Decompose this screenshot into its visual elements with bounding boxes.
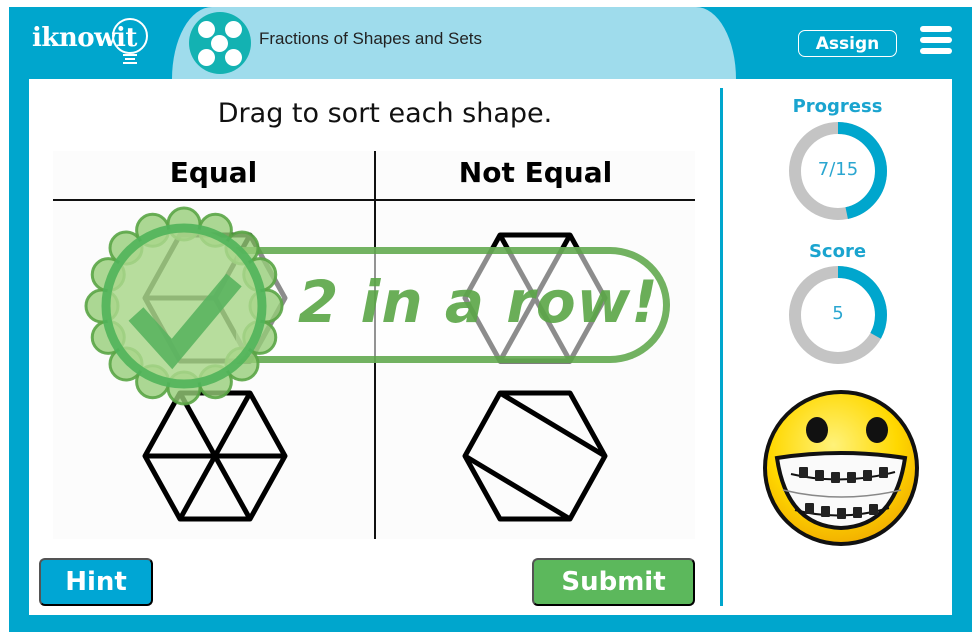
hexagon-parallel-cuts-icon [462,390,608,522]
column-header-equal: Equal [169,156,258,189]
hexagon-crossed-diagonals-icon [462,232,608,364]
hexagon-three-rhombi-icon [142,232,288,364]
hint-button[interactable]: Hint [39,558,153,606]
instruction-text: Drag to sort each shape. [217,98,553,129]
submit-button[interactable]: Submit [532,558,695,606]
hexagon-six-triangles-icon [142,390,288,522]
five-dots-icon [189,12,251,74]
hamburger-menu-icon[interactable] [920,26,952,54]
progress-value: 7/15 [817,159,859,180]
smiley-braces-icon [763,390,919,546]
draggable-shape-not-equal-2[interactable] [460,386,610,526]
column-header-not-equal: Not Equal [458,156,613,189]
progress-label: Progress [792,96,883,117]
draggable-shape-not-equal-1[interactable] [460,228,610,368]
score-label: Score [808,241,867,262]
draggable-shape-equal-1[interactable] [140,228,290,368]
assign-button[interactable]: Assign [798,30,897,57]
sidebar-divider [720,88,723,606]
score-value: 5 [832,303,844,324]
iknowit-logo[interactable]: iknowit [32,18,148,66]
draggable-shape-equal-2[interactable] [140,386,290,526]
lesson-title: Fractions of Shapes and Sets [259,29,483,48]
table-column-divider [374,151,376,539]
